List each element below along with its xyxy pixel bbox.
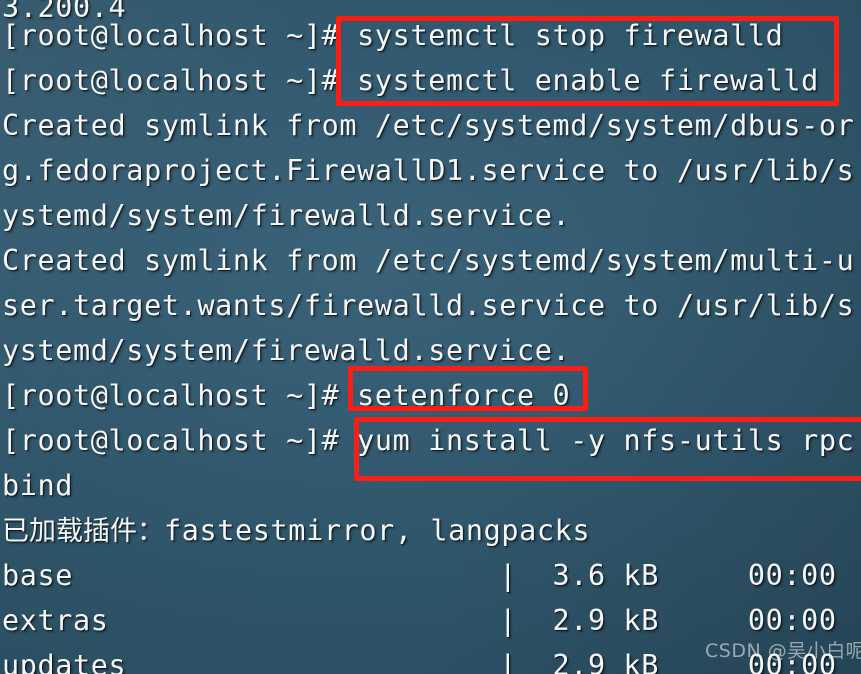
terminal-line-repo-updates: updates | 2.9 kB 00:00 xyxy=(2,649,837,674)
plugins-loaded-label: 已加载插件： xyxy=(2,516,164,547)
terminal-line-repo-base: base | 3.6 kB 00:00 xyxy=(2,559,837,592)
terminal-line-command-systemctl-enable: [root@localhost ~]# systemctl enable fir… xyxy=(2,64,819,97)
terminal-line-plugins-loaded: 已加载插件：fastestmirror, langpacks xyxy=(2,509,590,555)
terminal-line: ystemd/system/firewalld.service. xyxy=(2,199,571,232)
terminal-output[interactable]: 3.200.4 [root@localhost ~]# systemctl st… xyxy=(0,0,861,674)
terminal-line-command-wrap: bind xyxy=(2,469,74,502)
plugins-loaded-value: fastestmirror, langpacks xyxy=(164,514,591,547)
terminal-screenshot: 3.200.4 [root@localhost ~]# systemctl st… xyxy=(0,0,861,674)
terminal-line-command-systemctl-stop: [root@localhost ~]# systemctl stop firew… xyxy=(2,19,784,52)
terminal-line: Created symlink from /etc/systemd/system… xyxy=(2,109,855,142)
terminal-line-command-yum-install: [root@localhost ~]# yum install -y nfs-u… xyxy=(2,424,855,457)
terminal-line-command-setenforce: [root@localhost ~]# setenforce 0 xyxy=(2,379,571,412)
terminal-line: ystemd/system/firewalld.service. xyxy=(2,334,571,367)
terminal-line: Created symlink from /etc/systemd/system… xyxy=(2,244,855,277)
terminal-line: g.fedoraproject.FirewallD1.service to /u… xyxy=(2,154,855,187)
terminal-line: ser.target.wants/firewalld.service to /u… xyxy=(2,289,855,322)
terminal-line-repo-extras: extras | 2.9 kB 00:00 xyxy=(2,604,837,637)
